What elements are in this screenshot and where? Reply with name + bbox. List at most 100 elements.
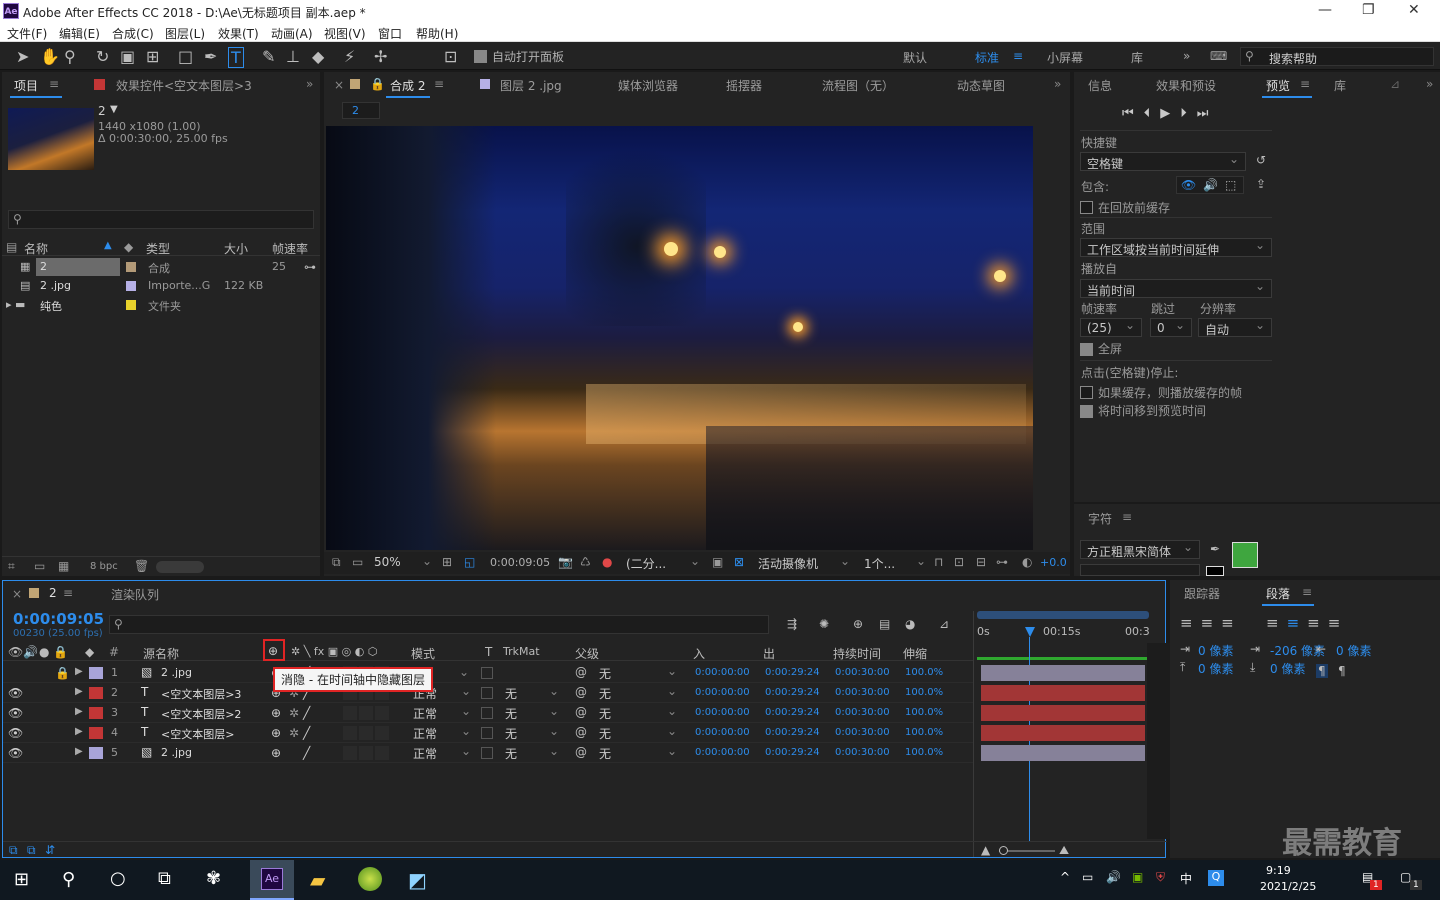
tab-layer[interactable]: 图层 2 .jpg <box>500 77 562 94</box>
eyedropper-icon[interactable]: ✒ <box>1210 542 1220 556</box>
panel-menu-icon[interactable]: ≡ <box>1122 510 1132 524</box>
align-left-icon[interactable]: ≡ <box>1180 614 1201 632</box>
qq-icon[interactable]: Q <box>1208 870 1224 886</box>
layer-label-swatch[interactable] <box>89 667 103 679</box>
indent-right-value[interactable]: 0 像素 <box>1336 642 1371 659</box>
fast-preview-icon[interactable]: ▣ <box>712 555 723 569</box>
layer-out-time[interactable]: 0:00:29:24 <box>765 727 820 738</box>
preserve-transparency-checkbox[interactable] <box>481 707 493 719</box>
sync-settings-icon[interactable]: ⌨ <box>1210 49 1227 63</box>
first-frame-icon[interactable]: ⏮ <box>1122 106 1144 121</box>
layer-name[interactable]: 2 .jpg <box>161 746 192 759</box>
timeline-icon[interactable]: ⊟ <box>976 555 986 569</box>
trash-icon[interactable]: 🗑 <box>134 559 149 573</box>
snapshot-camera-icon[interactable]: 📷 <box>558 555 573 569</box>
visibility-eye-icon[interactable]: 👁 <box>8 706 23 720</box>
current-time-display[interactable]: 0:00:09:05 <box>13 610 104 628</box>
timeline-scrollbar[interactable] <box>1147 643 1171 839</box>
parent-dropdown[interactable]: 无 ⌄ <box>595 704 681 722</box>
layer-stretch[interactable]: 100.0% <box>905 667 943 678</box>
shy-toggle-icon[interactable]: ⊕ <box>853 617 863 631</box>
graph-editor-icon[interactable]: ⊿ <box>939 617 949 631</box>
layer-row[interactable]: 👁 ▶ 5 ▧ 2 .jpg ⊕ ╱ 正常 ⌄ 无 ⌄ @ 无 ⌄ 0:00:00:00 0:00:29:24… <box>3 743 973 763</box>
time-ruler[interactable]: 0s 00:15s 00:3 <box>977 619 1150 641</box>
trkmat-dropdown[interactable]: 无 ⌄ <box>501 684 563 702</box>
menu-view[interactable]: 视图(V) <box>324 25 366 42</box>
layer-label-swatch[interactable] <box>89 687 103 699</box>
shy-switch-icon[interactable]: ⊕ <box>271 706 281 720</box>
thumbnail-slider[interactable] <box>156 561 204 573</box>
expand-triangle-icon[interactable]: ▶ <box>75 746 83 757</box>
cache-before-checkbox[interactable] <box>1080 200 1093 214</box>
tab-media-browser[interactable]: 媒体浏览器 <box>618 77 678 94</box>
rectangle-tool-icon[interactable]: □ <box>178 47 193 66</box>
move-time-checkbox[interactable] <box>1080 404 1093 418</box>
label-swatch[interactable] <box>126 262 136 272</box>
tray-overflow-icon[interactable]: ^ <box>1060 870 1070 884</box>
switch-box[interactable] <box>359 706 373 720</box>
brush-tool-icon[interactable]: ✎ <box>262 47 275 66</box>
zoom-in-icon[interactable]: ⛰ <box>1059 843 1069 858</box>
menu-effect[interactable]: 效果(T) <box>218 25 259 42</box>
column-stretch[interactable]: 伸缩 <box>903 645 927 662</box>
menu-layer[interactable]: 图层(L) <box>165 25 205 42</box>
pick-whip-icon[interactable]: @ <box>575 745 587 759</box>
views-dropdown[interactable]: 1个... ⌄ <box>860 554 930 572</box>
menu-animation[interactable]: 动画(A) <box>271 25 313 42</box>
volume-icon[interactable]: 🔊 <box>1106 870 1121 884</box>
layer-stretch[interactable]: 100.0% <box>905 707 943 718</box>
last-frame-icon[interactable]: ⏭ <box>1197 106 1219 121</box>
minimize-button[interactable]: — <box>1318 2 1332 18</box>
panel-overflow-icon[interactable]: » <box>1054 77 1061 91</box>
column-duration[interactable]: 持续时间 <box>833 645 881 662</box>
column-type[interactable]: 类型 <box>146 240 170 257</box>
label-swatch[interactable] <box>126 281 136 291</box>
menu-help[interactable]: 帮助(H) <box>416 25 458 42</box>
indent-left-value[interactable]: 0 像素 <box>1198 642 1233 659</box>
composition-preview-image[interactable] <box>326 126 1033 550</box>
file-explorer-icon[interactable]: ▰ <box>310 868 325 892</box>
comp-breadcrumb[interactable]: 2 <box>342 102 380 119</box>
next-frame-icon[interactable]: ⏵ <box>1180 106 1197 121</box>
close-button[interactable]: ✕ <box>1408 2 1420 18</box>
switch-box[interactable] <box>343 706 357 720</box>
bpc-label[interactable]: 8 bpc <box>90 561 118 572</box>
align-right-icon[interactable]: ≡ <box>1221 614 1242 632</box>
layer-name[interactable]: <空文本图层>2 <box>161 706 241 722</box>
layer-duration-bar[interactable] <box>981 725 1145 741</box>
column-source-name[interactable]: 源名称 <box>143 645 179 662</box>
workspace-menu-icon[interactable]: ≡ <box>1013 49 1023 63</box>
visibility-eye-icon[interactable]: 👁 <box>8 746 23 760</box>
clock-date[interactable]: 2021/2/25 <box>1260 880 1316 893</box>
trkmat-dropdown[interactable]: 无 ⌄ <box>501 704 563 722</box>
expand-triangle-icon[interactable]: ▶ <box>75 686 83 697</box>
justify-all-icon[interactable]: ≡ <box>1328 614 1349 632</box>
justify-left-icon[interactable]: ≡ <box>1266 614 1287 632</box>
collapse-switch-icon[interactable]: ✲ <box>289 726 299 740</box>
play-from-dropdown[interactable]: 当前时间 <box>1080 279 1272 298</box>
camera-tool-icon[interactable]: ▣ <box>120 47 135 66</box>
exposure-icon[interactable]: ◐ <box>1022 555 1032 569</box>
tab-motion-sketch[interactable]: 动态草图 <box>957 77 1005 94</box>
range-dropdown[interactable]: 工作区域按当前时间延伸 <box>1080 238 1272 257</box>
layer-in-time[interactable]: 0:00:00:00 <box>695 687 750 698</box>
tab-character[interactable]: 字符 <box>1088 510 1112 527</box>
ime-indicator[interactable]: 中 <box>1180 870 1192 887</box>
flowchart-icon[interactable]: ⊶ <box>304 260 316 274</box>
layer-row[interactable]: 👁 ▶ 2 T <空文本图层>3 ⊕ ✲ ╱ 正常 ⌄ 无 ⌄ @ 无 ⌄ 0:00:00:00 0:00:29… <box>3 683 973 703</box>
column-mode[interactable]: 模式 <box>411 645 435 662</box>
layer-duration[interactable]: 0:00:30:00 <box>835 747 890 758</box>
column-trkmat[interactable]: TrkMat <box>503 645 540 658</box>
motion-blur-icon[interactable]: ◕ <box>905 617 915 631</box>
dropdown-arrow-icon[interactable]: ⌄ <box>459 665 469 679</box>
layer-out-time[interactable]: 0:00:29:24 <box>765 687 820 698</box>
draft-3d-icon[interactable]: ✺ <box>819 617 829 631</box>
quality-switch-icon[interactable]: ╱ <box>303 746 310 760</box>
layer-stretch[interactable]: 100.0% <box>905 747 943 758</box>
menu-file[interactable]: 文件(F) <box>7 25 47 42</box>
viewer-timecode[interactable]: 0:00:09:05 <box>490 556 550 569</box>
pick-whip-icon[interactable]: @ <box>575 665 587 679</box>
pick-whip-icon[interactable]: @ <box>575 725 587 739</box>
preserve-transparency-checkbox[interactable] <box>481 727 493 739</box>
transparency-grid-icon[interactable]: ⊠ <box>734 555 744 569</box>
